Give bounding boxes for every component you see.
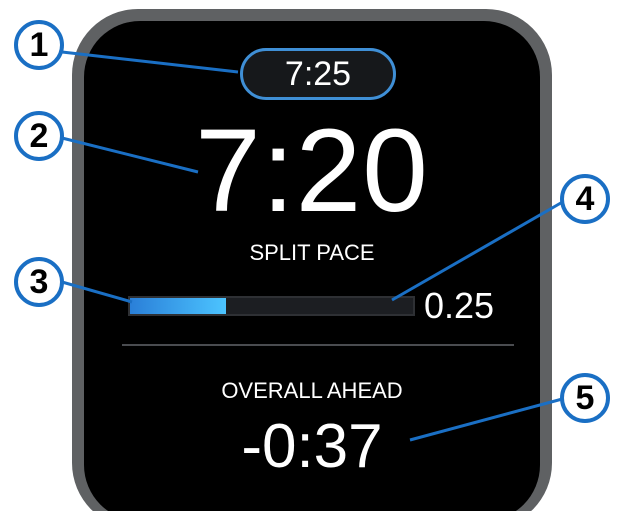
- overall-label: OVERALL AHEAD: [221, 378, 403, 403]
- figure: 7:25 7:20 SPLIT PACE 0.25 OVERALL AHEAD …: [0, 0, 625, 511]
- callout-4: 4: [560, 174, 610, 224]
- callout-1: 1: [14, 20, 64, 70]
- overall-value: -0:37: [241, 412, 383, 481]
- time-of-day: 7:25: [240, 48, 396, 100]
- callout-3: 3: [14, 257, 64, 307]
- progress-bar-fill: [130, 298, 227, 314]
- divider: [122, 344, 514, 346]
- split-pace-value: 7:20: [195, 105, 429, 237]
- split-pace-label: SPLIT PACE: [249, 240, 375, 265]
- progress-value: 0.25: [424, 285, 495, 326]
- progress-bar: [128, 296, 415, 316]
- callout-2: 2: [14, 111, 64, 161]
- callout-5: 5: [560, 373, 610, 423]
